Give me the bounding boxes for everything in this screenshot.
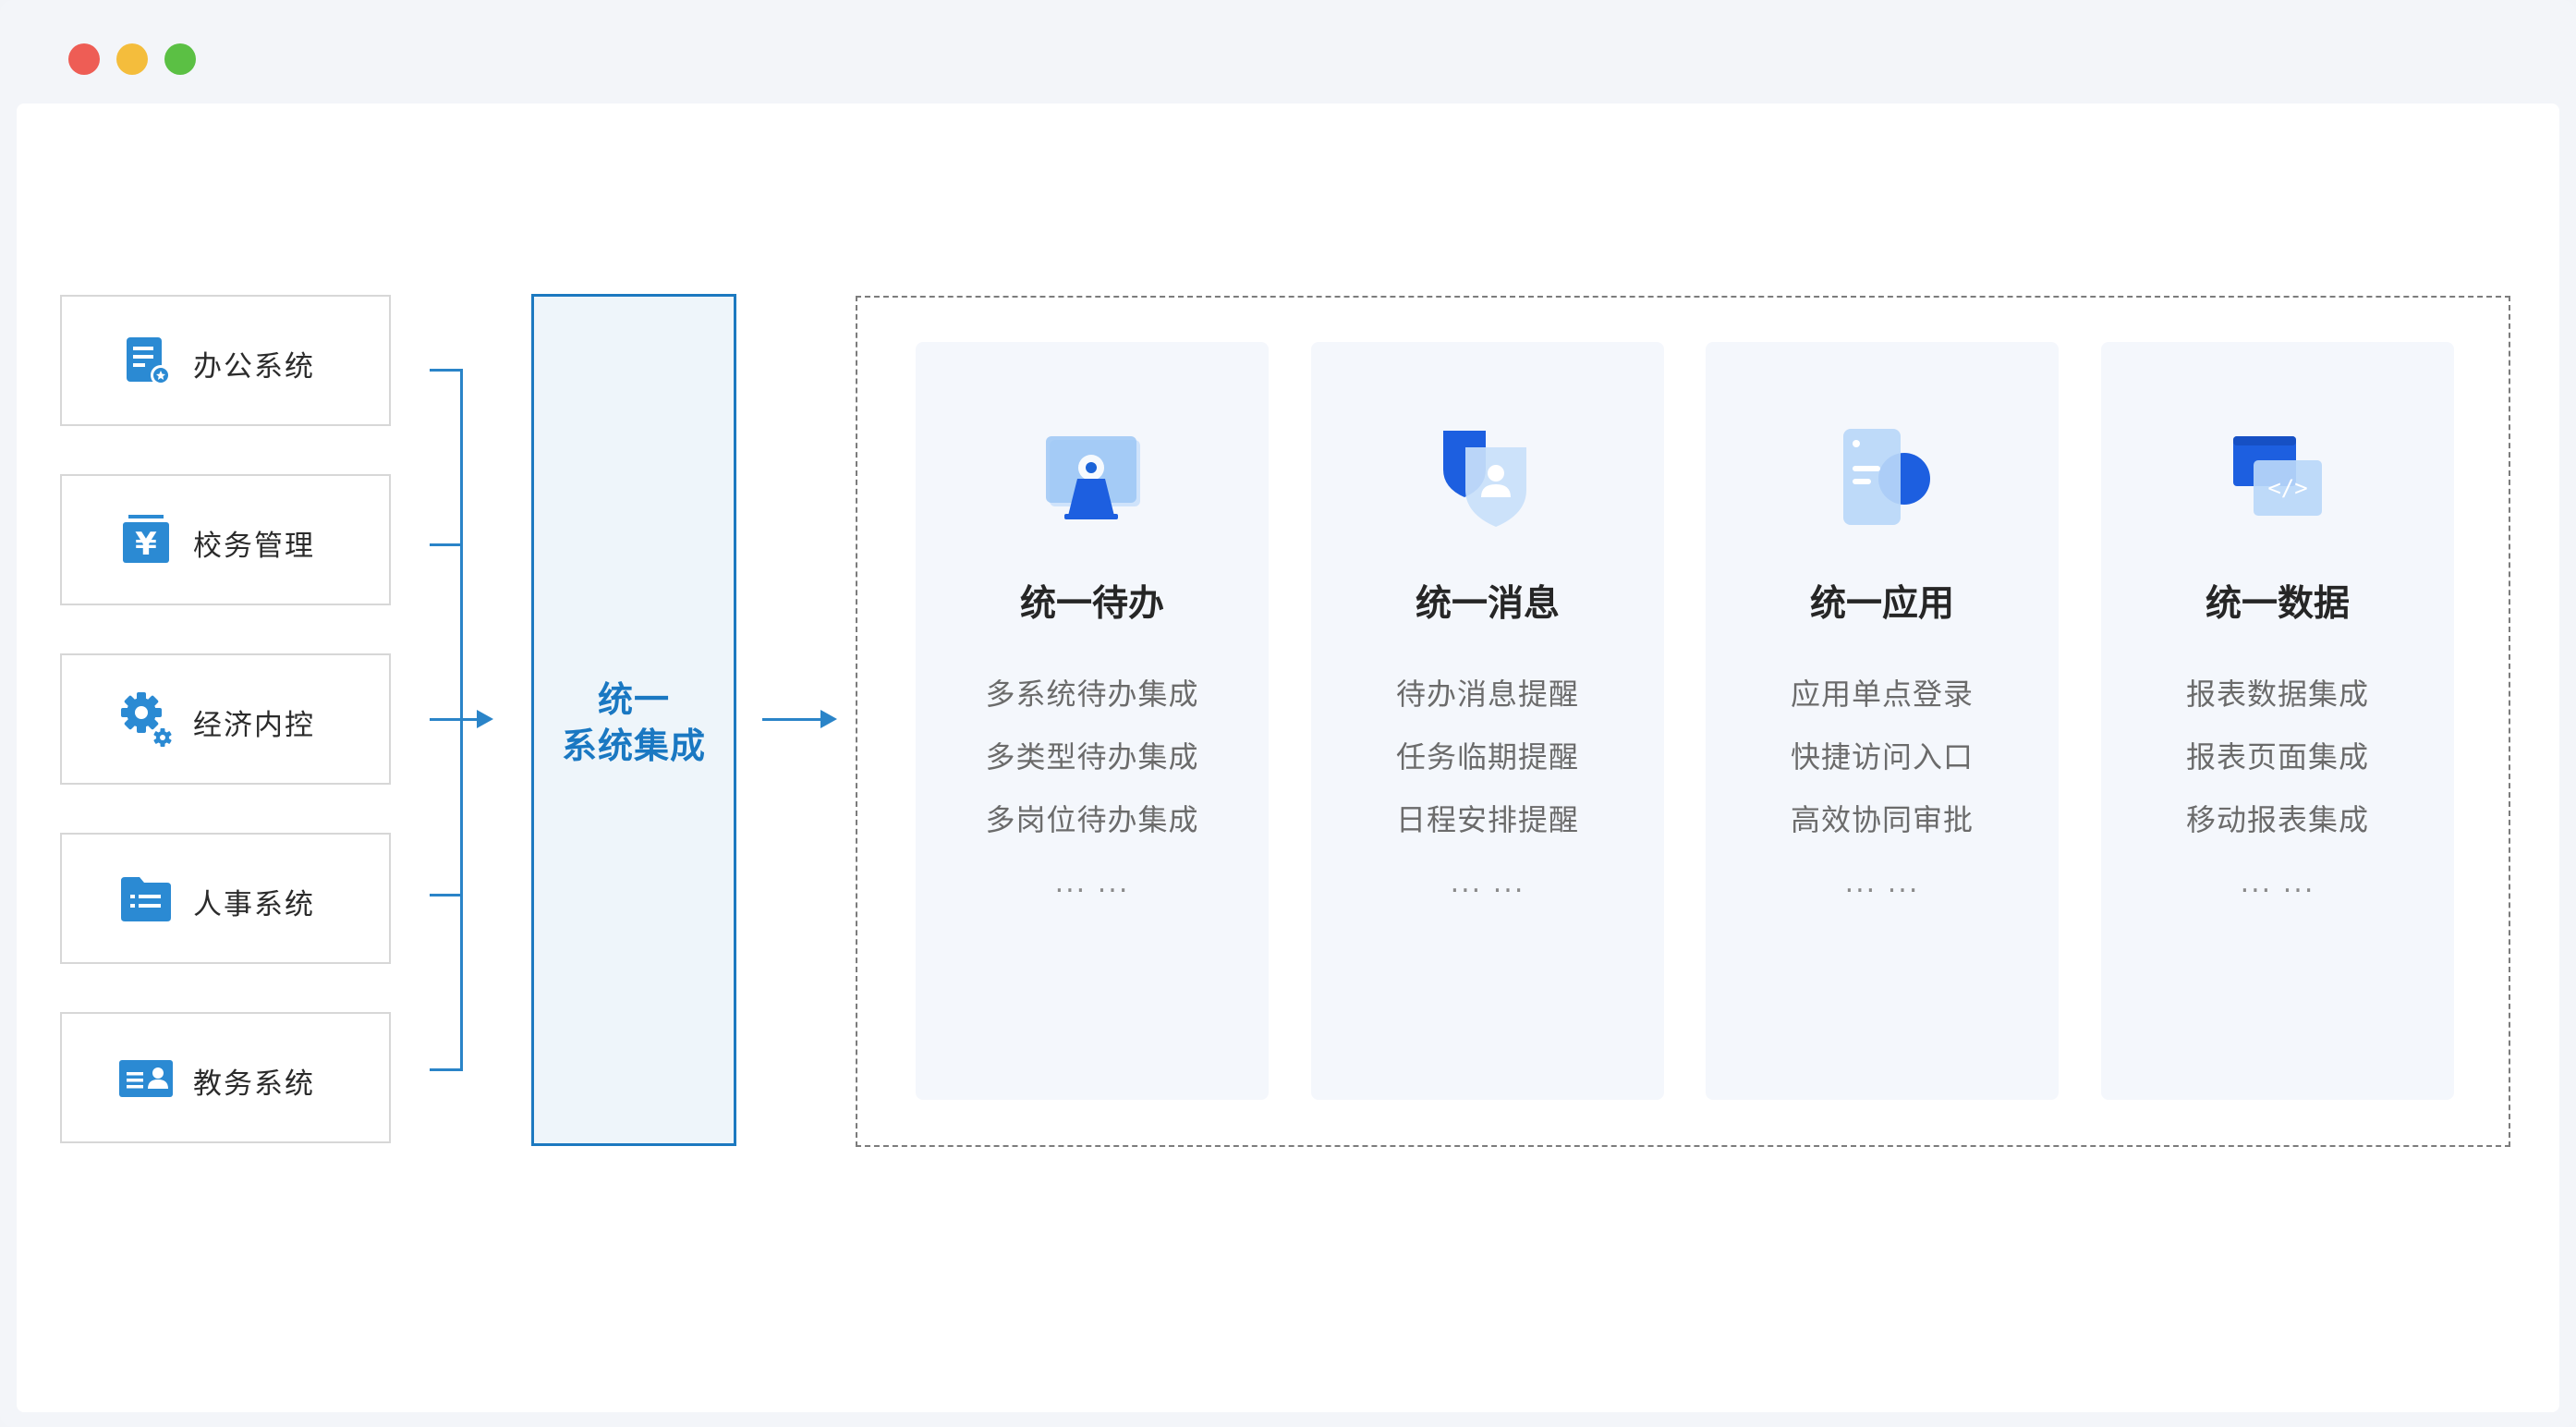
card-unified-todo: 统一待办 多系统待办集成 多类型待办集成 多岗位待办集成 ... ...	[916, 342, 1269, 1100]
card-item: 日程安排提醒	[1395, 802, 1579, 837]
card-item: 报表数据集成	[2185, 677, 2369, 712]
integration-title-line1: 统一	[597, 679, 670, 720]
source-label: 校务管理	[193, 530, 315, 563]
maximize-window-button[interactable]	[164, 43, 196, 75]
source-box-campus: ¥ 校务管理	[60, 474, 391, 605]
monitor-icon	[1046, 436, 1140, 519]
card-more: ... ...	[1054, 867, 1130, 899]
card-more: ... ...	[2240, 867, 2315, 899]
close-window-button[interactable]	[68, 43, 100, 75]
card-item: 待办消息提醒	[1395, 677, 1579, 712]
card-unified-data: </> 统一数据 报表数据集成 报表页面集成 移动报表集成 ... ...	[2101, 342, 2454, 1100]
minimize-window-button[interactable]	[116, 43, 148, 75]
card-more: ... ...	[1844, 867, 1920, 899]
svg-text:¥: ¥	[135, 526, 157, 563]
finance-icon: ¥	[123, 515, 169, 563]
card-unified-message: 统一消息 待办消息提醒 任务临期提醒 日程安排提醒 ... ...	[1311, 342, 1664, 1100]
card-title: 统一应用	[1809, 583, 1954, 625]
integration-title-line2: 系统集成	[561, 726, 706, 766]
connector-line	[430, 718, 463, 721]
card-unified-app: 统一应用 应用单点登录 快捷访问入口 高效协同审批 ... ...	[1706, 342, 2059, 1100]
card-item: 多类型待办集成	[985, 739, 1199, 774]
card-item: 应用单点登录	[1790, 677, 1974, 712]
source-box-economy: 经济内控	[60, 653, 391, 785]
source-box-hr: 人事系统	[60, 833, 391, 964]
card-item: 任务临期提醒	[1395, 739, 1579, 774]
app-icon	[1843, 429, 1930, 525]
arrow-head-icon	[477, 710, 493, 728]
connector-line	[430, 894, 463, 896]
shield-user-icon	[1443, 431, 1526, 527]
code-window-icon: </>	[2233, 436, 2322, 516]
source-label: 办公系统	[193, 350, 315, 384]
card-title: 统一消息	[1415, 583, 1560, 625]
connector-line	[430, 1068, 463, 1071]
card-item: 报表页面集成	[2185, 739, 2369, 774]
source-label: 教务系统	[193, 1067, 315, 1101]
card-item: 多岗位待办集成	[985, 802, 1199, 837]
arrow-head-icon	[820, 710, 837, 728]
source-box-office: 办公系统	[60, 295, 391, 426]
integration-box: 统一 系统集成	[531, 294, 736, 1146]
source-label: 人事系统	[193, 888, 315, 921]
card-item: 快捷访问入口	[1790, 739, 1974, 774]
id-card-icon	[119, 1060, 173, 1097]
card-title: 统一待办	[1019, 583, 1164, 625]
card-item: 高效协同审批	[1790, 802, 1974, 837]
document-icon	[127, 337, 171, 385]
card-item: 多系统待办集成	[985, 677, 1199, 712]
svg-text:</>: </>	[2267, 475, 2307, 501]
source-label: 经济内控	[193, 709, 315, 742]
folder-list-icon	[121, 877, 171, 921]
connector-line	[430, 369, 463, 372]
card-item: 移动报表集成	[2185, 802, 2369, 837]
connector-line	[430, 543, 463, 546]
gear-icon	[121, 692, 172, 747]
card-more: ... ...	[1450, 867, 1525, 899]
source-box-academic: 教务系统	[60, 1012, 391, 1143]
connector-line	[762, 718, 827, 721]
card-title: 统一数据	[2205, 583, 2350, 625]
